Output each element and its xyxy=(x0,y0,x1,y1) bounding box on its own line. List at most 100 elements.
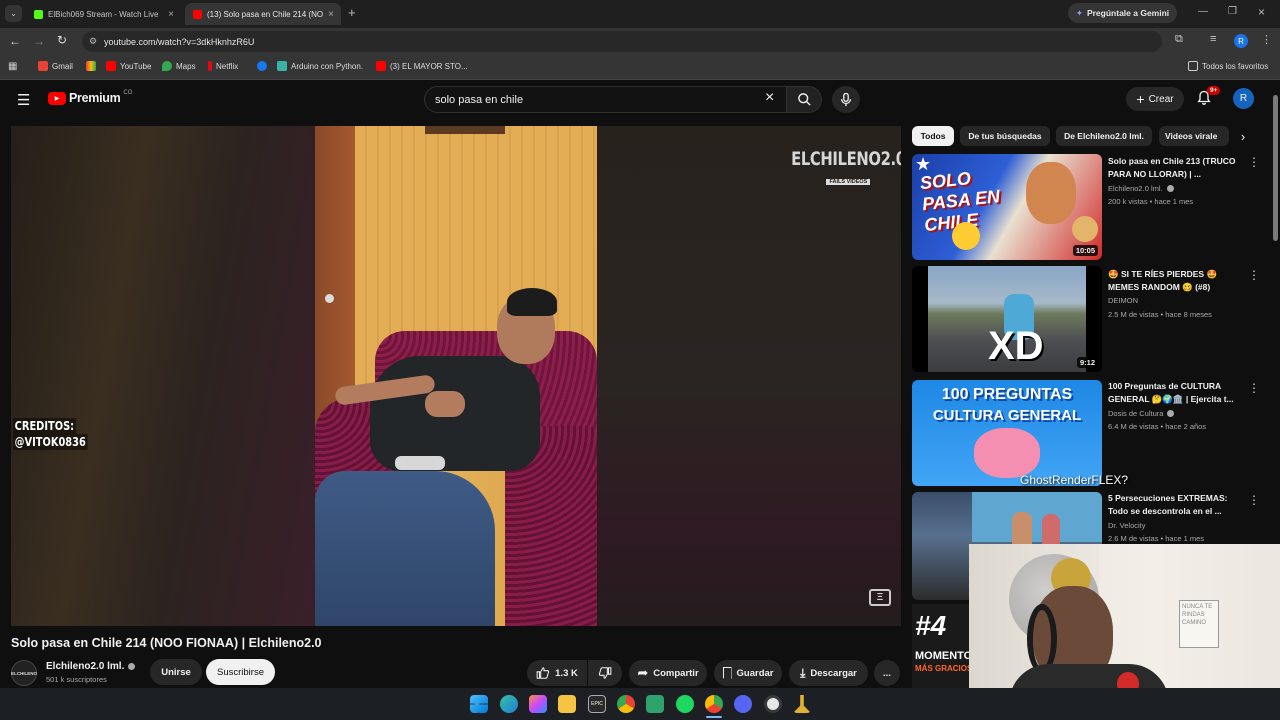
dislike-button[interactable] xyxy=(588,660,622,686)
video-options-icon[interactable]: ⋮ xyxy=(1248,381,1260,395)
thumbs-up-icon xyxy=(536,667,550,679)
bookmark-youtube[interactable]: YouTube xyxy=(106,61,151,71)
back-icon[interactable]: ← xyxy=(9,34,21,48)
sidebar-video-title[interactable]: 100 Preguntas de CULTURA GENERAL 🤔🌍🏛️ | … xyxy=(1108,380,1244,405)
video-options-icon[interactable]: ⋮ xyxy=(1248,493,1260,507)
account-avatar[interactable]: R xyxy=(1233,88,1254,109)
address-bar[interactable]: ⚙ youtube.com/watch?v=3dkHknhzR6U xyxy=(82,31,1162,52)
more-actions-button[interactable]: ... xyxy=(874,660,900,686)
scrollbar-thumb[interactable] xyxy=(1273,95,1278,241)
chrome-icon[interactable] xyxy=(617,695,635,713)
apps-grid-icon[interactable]: ▦ xyxy=(8,61,17,72)
channel-name[interactable]: Elchileno2.0 lml. xyxy=(46,661,136,672)
edge-icon[interactable] xyxy=(500,695,518,713)
note-text: NUNCA TE RINDAS CAMINO xyxy=(1182,604,1213,626)
search-input[interactable]: solo pasa en chile × xyxy=(424,86,786,113)
spotify-icon[interactable] xyxy=(676,695,694,713)
hamburger-menu-icon[interactable]: ☰ xyxy=(17,91,30,109)
video-thumbnail[interactable]: ★ SOLO PASA EN CHILE 10:05 xyxy=(912,154,1102,260)
share-label: Compartir xyxy=(653,667,699,679)
tab-search-button[interactable]: ⌄ xyxy=(5,5,22,22)
copilot-icon[interactable] xyxy=(529,695,547,713)
sidebar-video-channel[interactable]: Elchileno2.0 lml. xyxy=(1108,182,1174,195)
youtube-icon xyxy=(193,9,202,19)
video-player[interactable]: ELCHILENO2.0 FAILS VIDEOS CREDITOS: @VIT… xyxy=(11,126,901,626)
gemini-button[interactable]: ✦ Pregúntale a Gemini xyxy=(1068,3,1177,23)
bookmark-el-mayor[interactable]: (3) EL MAYOR STO... xyxy=(376,61,468,71)
video-thumbnail[interactable]: XD 9:12 xyxy=(912,266,1102,372)
brain-icon xyxy=(974,428,1040,478)
notepad-icon[interactable] xyxy=(646,695,664,713)
profile-avatar[interactable]: R xyxy=(1234,34,1248,48)
channel-avatar[interactable]: ELCHILENO xyxy=(11,660,37,686)
forward-icon[interactable]: → xyxy=(33,34,45,48)
corner-logo-icon: Ξ xyxy=(869,589,891,606)
sidebar-video-title[interactable]: Solo pasa en Chile 213 (TRUCO PARA NO LL… xyxy=(1108,155,1244,180)
file-explorer-icon[interactable] xyxy=(558,695,576,713)
like-button[interactable]: 1.3 K xyxy=(527,660,587,686)
webcam-wall-note: NUNCA TE RINDAS CAMINO xyxy=(1179,600,1219,648)
tab-elbich-stream[interactable]: ElBich069 Stream - Watch Live × xyxy=(26,3,182,25)
bookmark-icon xyxy=(722,667,732,679)
extensions-icon[interactable]: ⧉ xyxy=(1175,33,1183,46)
maximize-icon[interactable]: ❐ xyxy=(1228,6,1237,17)
premium-label: Premium xyxy=(69,91,121,105)
minimize-icon[interactable]: — xyxy=(1198,6,1208,17)
epic-games-icon[interactable]: EPIC xyxy=(588,695,606,713)
save-button[interactable]: Guardar xyxy=(714,660,782,686)
sidebar-video-title[interactable]: 🤩 SI TE RÍES PIERDES 🤩 MEMES RANDOM 🥴 (#… xyxy=(1108,268,1244,293)
create-button[interactable]: + Crear xyxy=(1126,87,1184,111)
video-thumbnail[interactable]: 100 PREGUNTAS CULTURA GENERAL xyxy=(912,380,1102,486)
video-thumbnail[interactable]: #4 MOMENTOS MÁS GRACIOS xyxy=(912,604,969,688)
sidebar-video-channel[interactable]: Dosis de Cultura xyxy=(1108,407,1175,420)
person-belly xyxy=(395,456,445,470)
download-button[interactable]: ⤓ Descargar xyxy=(789,660,868,686)
chip-all[interactable]: Todos xyxy=(912,126,954,146)
notifications-button[interactable]: 9+ xyxy=(1196,86,1221,109)
chip-viral-videos[interactable]: Videos virale xyxy=(1159,126,1229,146)
chip-from-searches[interactable]: De tus búsquedas xyxy=(960,126,1050,146)
share-button[interactable]: ➦ Compartir xyxy=(629,660,707,686)
reload-icon[interactable]: ↻ xyxy=(57,33,67,47)
watermark-text: ELCHILENO2.0 xyxy=(791,148,901,170)
video-options-icon[interactable]: ⋮ xyxy=(1248,268,1260,282)
close-tab-icon[interactable]: × xyxy=(168,9,174,20)
sidebar-video-title[interactable]: 5 Persecuciones EXTREMAS: Todo se descon… xyxy=(1108,492,1244,517)
bookmarks-bar: ▦ Gmail YouTube Maps Netflix Arduino con… xyxy=(0,55,1280,80)
github-icon[interactable] xyxy=(764,695,782,713)
bookmark-gmail[interactable]: Gmail xyxy=(38,61,73,71)
new-tab-button[interactable]: + xyxy=(348,5,356,20)
chip-from-channel[interactable]: De Elchileno2.0 lml. xyxy=(1056,126,1152,146)
youtube-logo[interactable]: ▶ Premium CO xyxy=(48,90,132,105)
video-options-icon[interactable]: ⋮ xyxy=(1248,155,1260,169)
thumbs-down-icon xyxy=(598,667,612,679)
bookmark-facebook[interactable] xyxy=(257,61,267,71)
watermark-sub: FAILS VIDEOS xyxy=(826,179,871,185)
all-bookmarks[interactable]: Todos los favoritos xyxy=(1188,61,1268,71)
bookmark-netflix[interactable]: Netflix xyxy=(208,61,238,71)
join-button[interactable]: Unirse xyxy=(150,659,202,685)
media-controls-icon[interactable]: ≡ xyxy=(1210,33,1216,45)
bookmark-google[interactable] xyxy=(86,61,96,71)
close-tab-icon[interactable]: × xyxy=(328,9,334,20)
tab-youtube-video[interactable]: (13) Solo pasa en Chile 214 (NO × xyxy=(185,3,341,25)
subscribe-button[interactable]: Suscribirse xyxy=(206,659,275,685)
search-button[interactable] xyxy=(786,86,822,113)
discord-icon[interactable] xyxy=(734,695,752,713)
channel-label: Elchileno2.0 lml. xyxy=(1108,184,1163,193)
stream-overlay-text: GhostRenderFLEX? xyxy=(1020,473,1129,487)
person-hair xyxy=(507,288,557,316)
site-info-icon[interactable]: ⚙ xyxy=(89,36,97,47)
sidebar-video-channel[interactable]: DEIMON xyxy=(1108,294,1138,307)
chips-next-icon[interactable]: › xyxy=(1232,126,1254,146)
bookmark-maps[interactable]: Maps xyxy=(162,61,196,71)
browser-menu-icon[interactable]: ⋮ xyxy=(1261,33,1272,46)
close-window-icon[interactable]: × xyxy=(1258,5,1265,19)
voice-search-button[interactable] xyxy=(832,86,860,113)
bookmark-arduino[interactable]: Arduino con Python. xyxy=(277,61,363,71)
channel-logo-text: ELCHILENO xyxy=(11,670,38,676)
clear-search-icon[interactable]: × xyxy=(765,89,774,107)
thumb-subtitle: MÁS GRACIOS xyxy=(915,664,969,673)
sidebar-video-channel[interactable]: Dr. Velocity xyxy=(1108,519,1146,532)
chrome-dev-icon[interactable] xyxy=(705,695,723,713)
